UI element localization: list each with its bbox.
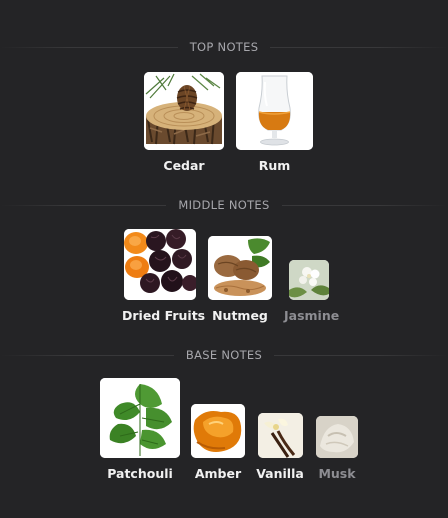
note-dried-fruits[interactable]: Dried Fruits <box>122 229 206 323</box>
note-patchouli[interactable]: Patchouli <box>100 378 180 481</box>
notes-pyramid: TOP NOTES Cedar Rum MIDDLE NOTES Dried F… <box>0 0 448 518</box>
top-notes-section: TOP NOTES <box>0 37 448 57</box>
note-label: Nutmeg <box>212 308 268 323</box>
note-vanilla[interactable]: Vanilla <box>256 378 304 481</box>
dried-fruits-icon <box>124 229 196 300</box>
note-jasmine[interactable]: Jasmine <box>284 229 340 323</box>
note-label: Cedar <box>163 158 205 173</box>
jasmine-flower-icon <box>289 260 329 300</box>
patchouli-leaves-icon <box>100 378 180 458</box>
note-nutmeg[interactable]: Nutmeg <box>208 229 272 323</box>
middle-notes-title: MIDDLE NOTES <box>166 198 282 212</box>
vanilla-flower-icon <box>258 413 303 458</box>
section-heading: MIDDLE NOTES <box>0 195 448 215</box>
note-cedar[interactable]: Cedar <box>144 72 224 173</box>
nutmeg-icon <box>208 236 272 300</box>
note-label: Dried Fruits <box>122 308 206 323</box>
musk-icon <box>316 416 358 458</box>
middle-notes-section: MIDDLE NOTES <box>0 195 448 215</box>
note-label: Amber <box>194 466 242 481</box>
section-heading: BASE NOTES <box>0 345 448 365</box>
note-rum[interactable]: Rum <box>236 72 313 173</box>
note-label: Jasmine <box>284 308 340 323</box>
note-musk[interactable]: Musk <box>314 378 360 481</box>
top-notes-title: TOP NOTES <box>177 40 271 54</box>
base-notes-section: BASE NOTES <box>0 345 448 365</box>
amber-resin-icon <box>191 404 245 458</box>
rum-glass-icon <box>236 72 313 150</box>
cedar-wood-slice-icon <box>144 72 224 150</box>
note-label: Patchouli <box>107 466 173 481</box>
note-label: Musk <box>318 466 356 481</box>
note-amber[interactable]: Amber <box>190 378 246 481</box>
base-notes-title: BASE NOTES <box>173 348 275 362</box>
note-label: Rum <box>258 158 291 173</box>
section-heading: TOP NOTES <box>0 37 448 57</box>
note-label: Vanilla <box>256 466 304 481</box>
